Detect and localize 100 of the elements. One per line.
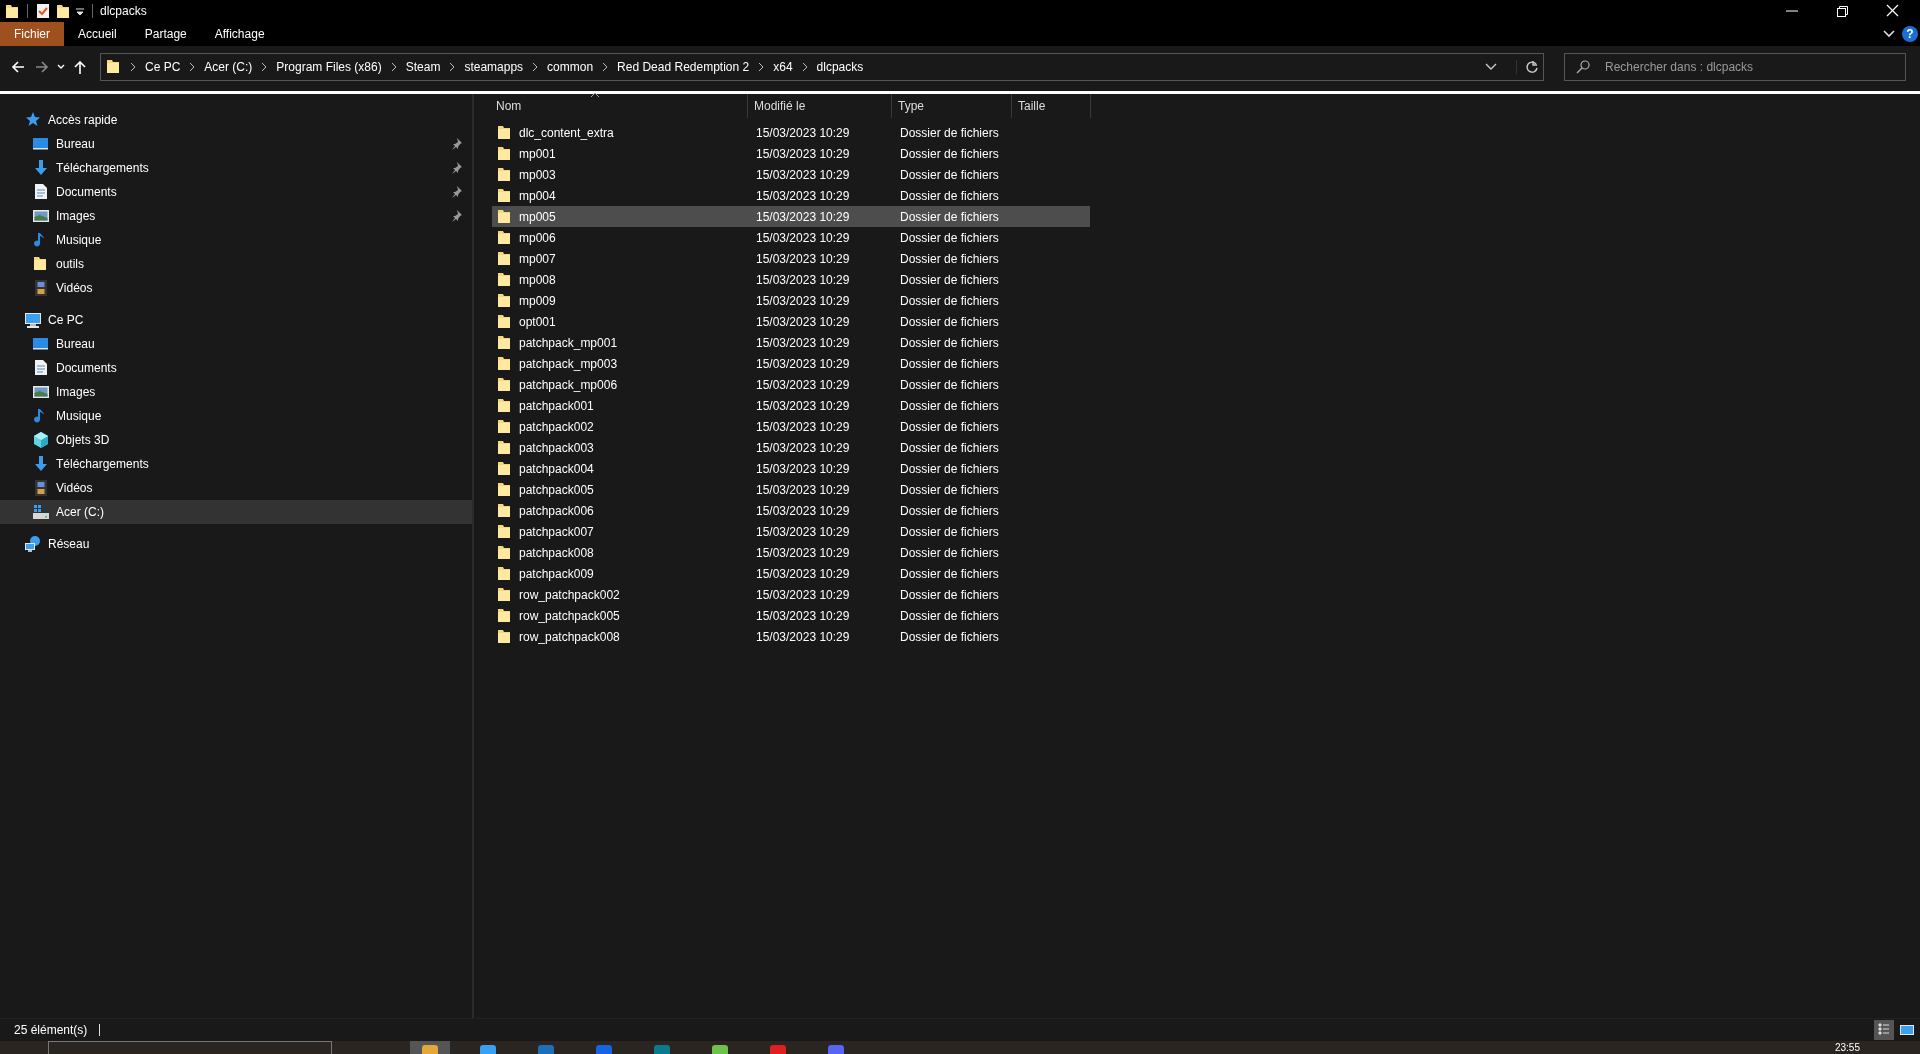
breadcrumb-item[interactable]: x64 <box>773 60 793 74</box>
file-row[interactable]: patchpack008 15/03/2023 10:29 Dossier de fichiers <box>492 542 1090 563</box>
sidebar-item[interactable]: Accès rapide <box>0 108 472 132</box>
file-row[interactable]: dlc_content_extra 15/03/2023 10:29 Dossier de fichiers <box>492 122 1090 143</box>
file-row[interactable]: patchpack004 15/03/2023 10:29 Dossier de fichiers <box>492 458 1090 479</box>
breadcrumb-item[interactable]: Acer (C:) <box>204 60 253 74</box>
breadcrumb-item[interactable]: Ce PC <box>145 60 181 74</box>
breadcrumb-item[interactable]: dlcpacks <box>816 60 864 74</box>
search-icon <box>1576 60 1590 74</box>
file-row[interactable]: row_patchpack005 15/03/2023 10:29 Dossier de fichiers <box>492 605 1090 626</box>
checklist-icon[interactable] <box>35 3 51 19</box>
sidebar-item[interactable]: outils <box>0 252 472 276</box>
file-row[interactable]: patchpack002 15/03/2023 10:29 Dossier de fichiers <box>492 416 1090 437</box>
folder-icon[interactable] <box>4 3 20 19</box>
file-row[interactable]: mp001 15/03/2023 10:29 Dossier de fichiers <box>492 143 1090 164</box>
file-row[interactable]: mp007 15/03/2023 10:29 Dossier de fichiers <box>492 248 1090 269</box>
cube-icon <box>32 431 50 449</box>
pin-icon[interactable] <box>450 186 462 198</box>
ribbon-tab[interactable]: Fichier <box>0 22 64 46</box>
search-field[interactable]: Rechercher dans : dlcpacks <box>1564 53 1906 81</box>
pin-icon[interactable] <box>450 138 462 150</box>
sidebar-item[interactable]: Images <box>0 204 472 228</box>
table-cell-text: Dossier de fichiers <box>899 272 1000 287</box>
breadcrumb-item[interactable]: common <box>547 60 594 74</box>
table-cell-text: 15/03/2023 10:29 <box>755 461 851 476</box>
sidebar-item[interactable]: Documents <box>0 180 472 204</box>
breadcrumb-item[interactable]: steamapps <box>464 60 524 74</box>
ribbon-tab[interactable]: Accueil <box>64 22 131 46</box>
sidebar-item[interactable]: Images <box>0 380 472 404</box>
sidebar-item[interactable]: Musique <box>0 404 472 428</box>
sidebar-item[interactable]: Documents <box>0 356 472 380</box>
table-cell-text: 15/03/2023 10:29 <box>755 230 851 245</box>
table-cell-text: 15/03/2023 10:29 <box>755 482 851 497</box>
details-view-icon[interactable] <box>1874 1020 1894 1040</box>
forward-arrow-icon[interactable] <box>34 59 50 75</box>
file-row[interactable]: mp006 15/03/2023 10:29 Dossier de fichiers <box>492 227 1090 248</box>
file-row[interactable]: row_patchpack002 15/03/2023 10:29 Dossier de fichiers <box>492 584 1090 605</box>
film-icon <box>32 279 50 297</box>
chevron-right-icon <box>129 62 137 72</box>
sidebar-item[interactable]: Téléchargements <box>0 452 472 476</box>
file-name: patchpack003 <box>519 440 594 455</box>
file-name: mp003 <box>519 167 556 182</box>
table-cell-text: Dossier de fichiers <box>899 125 1000 140</box>
sidebar-item[interactable]: Vidéos <box>0 276 472 300</box>
file-name: mp009 <box>519 293 556 308</box>
sidebar-item[interactable]: Réseau <box>0 532 472 556</box>
item-count: 25 élément(s) <box>14 1023 88 1037</box>
breadcrumb-item[interactable]: Steam <box>405 60 441 74</box>
table-cell-text: Dossier de fichiers <box>899 188 1000 203</box>
file-row[interactable]: patchpack_mp006 15/03/2023 10:29 Dossier de fichiers <box>492 374 1090 395</box>
file-row[interactable]: mp003 15/03/2023 10:29 Dossier de fichiers <box>492 164 1090 185</box>
app-icon[interactable] <box>410 1041 450 1054</box>
sidebar-item[interactable]: Ce PC <box>0 308 472 332</box>
up-arrow-icon[interactable] <box>72 59 88 75</box>
desktop-icon <box>32 335 50 353</box>
file-row[interactable]: patchpack003 15/03/2023 10:29 Dossier de fichiers <box>492 437 1090 458</box>
breadcrumb-item[interactable]: Program Files (x86) <box>276 60 382 74</box>
breadcrumb-item[interactable]: Red Dead Redemption 2 <box>617 60 750 74</box>
column-header[interactable]: Nom <box>490 94 748 118</box>
address-bar[interactable]: Ce PC Acer (C:) Program Files (x86) Steam steamapps common Red Dead Redemption 2 x64 dlcpacks <box>100 53 1544 81</box>
file-row[interactable]: patchpack009 15/03/2023 10:29 Dossier de fichiers <box>492 563 1090 584</box>
file-row[interactable]: mp004 15/03/2023 10:29 Dossier de fichiers <box>492 185 1090 206</box>
column-header[interactable]: Type <box>892 94 1012 118</box>
file-row[interactable]: patchpack006 15/03/2023 10:29 Dossier de fichiers <box>492 500 1090 521</box>
table-cell-text: 15/03/2023 10:29 <box>755 272 851 287</box>
refresh-icon[interactable] <box>1516 60 1539 74</box>
table-cell-text: Dossier de fichiers <box>899 629 1000 644</box>
sidebar-item[interactable]: Objets 3D <box>0 428 472 452</box>
column-header[interactable]: Taille <box>1012 94 1091 118</box>
computer-icon <box>24 311 42 329</box>
file-row[interactable]: mp008 15/03/2023 10:29 Dossier de fichiers <box>492 269 1090 290</box>
file-row[interactable]: row_patchpack008 15/03/2023 10:29 Dossier de fichiers <box>492 626 1090 647</box>
table-cell-text: 15/03/2023 10:29 <box>755 629 851 644</box>
file-row[interactable]: patchpack_mp001 15/03/2023 10:29 Dossier de fichiers <box>492 332 1090 353</box>
sidebar-item[interactable]: Bureau <box>0 332 472 356</box>
sidebar-item[interactable]: Acer (C:) <box>0 500 472 524</box>
help-button[interactable]: ? <box>1902 26 1918 42</box>
file-row[interactable]: mp005 15/03/2023 10:29 Dossier de fichiers <box>492 206 1090 227</box>
ribbon-tab[interactable]: Partage <box>130 22 201 46</box>
sidebar-item[interactable]: Vidéos <box>0 476 472 500</box>
folder-icon[interactable] <box>55 3 71 19</box>
pin-icon[interactable] <box>450 162 462 174</box>
file-name: patchpack_mp003 <box>519 356 618 371</box>
file-row[interactable]: mp009 15/03/2023 10:29 Dossier de fichiers <box>492 290 1090 311</box>
file-name: patchpack001 <box>519 398 594 413</box>
sidebar-item[interactable]: Bureau <box>0 132 472 156</box>
file-row[interactable]: patchpack005 15/03/2023 10:29 Dossier de fichiers <box>492 479 1090 500</box>
sidebar-item[interactable]: Téléchargements <box>0 156 472 180</box>
chevron-right-icon <box>188 62 197 72</box>
back-arrow-icon[interactable] <box>10 59 26 75</box>
sidebar-item[interactable]: Musique <box>0 228 472 252</box>
desktop-icon <box>32 135 50 153</box>
file-row[interactable]: patchpack007 15/03/2023 10:29 Dossier de fichiers <box>492 521 1090 542</box>
pin-icon[interactable] <box>450 210 462 222</box>
file-row[interactable]: patchpack001 15/03/2023 10:29 Dossier de fichiers <box>492 395 1090 416</box>
file-row[interactable]: opt001 15/03/2023 10:29 Dossier de fichiers <box>492 311 1090 332</box>
ribbon-tab[interactable]: Affichage <box>200 22 279 46</box>
table-cell-text: Dossier de fichiers <box>899 167 1000 182</box>
column-header[interactable]: Modifié le <box>748 94 892 118</box>
file-row[interactable]: patchpack_mp003 15/03/2023 10:29 Dossier de fichiers <box>492 353 1090 374</box>
